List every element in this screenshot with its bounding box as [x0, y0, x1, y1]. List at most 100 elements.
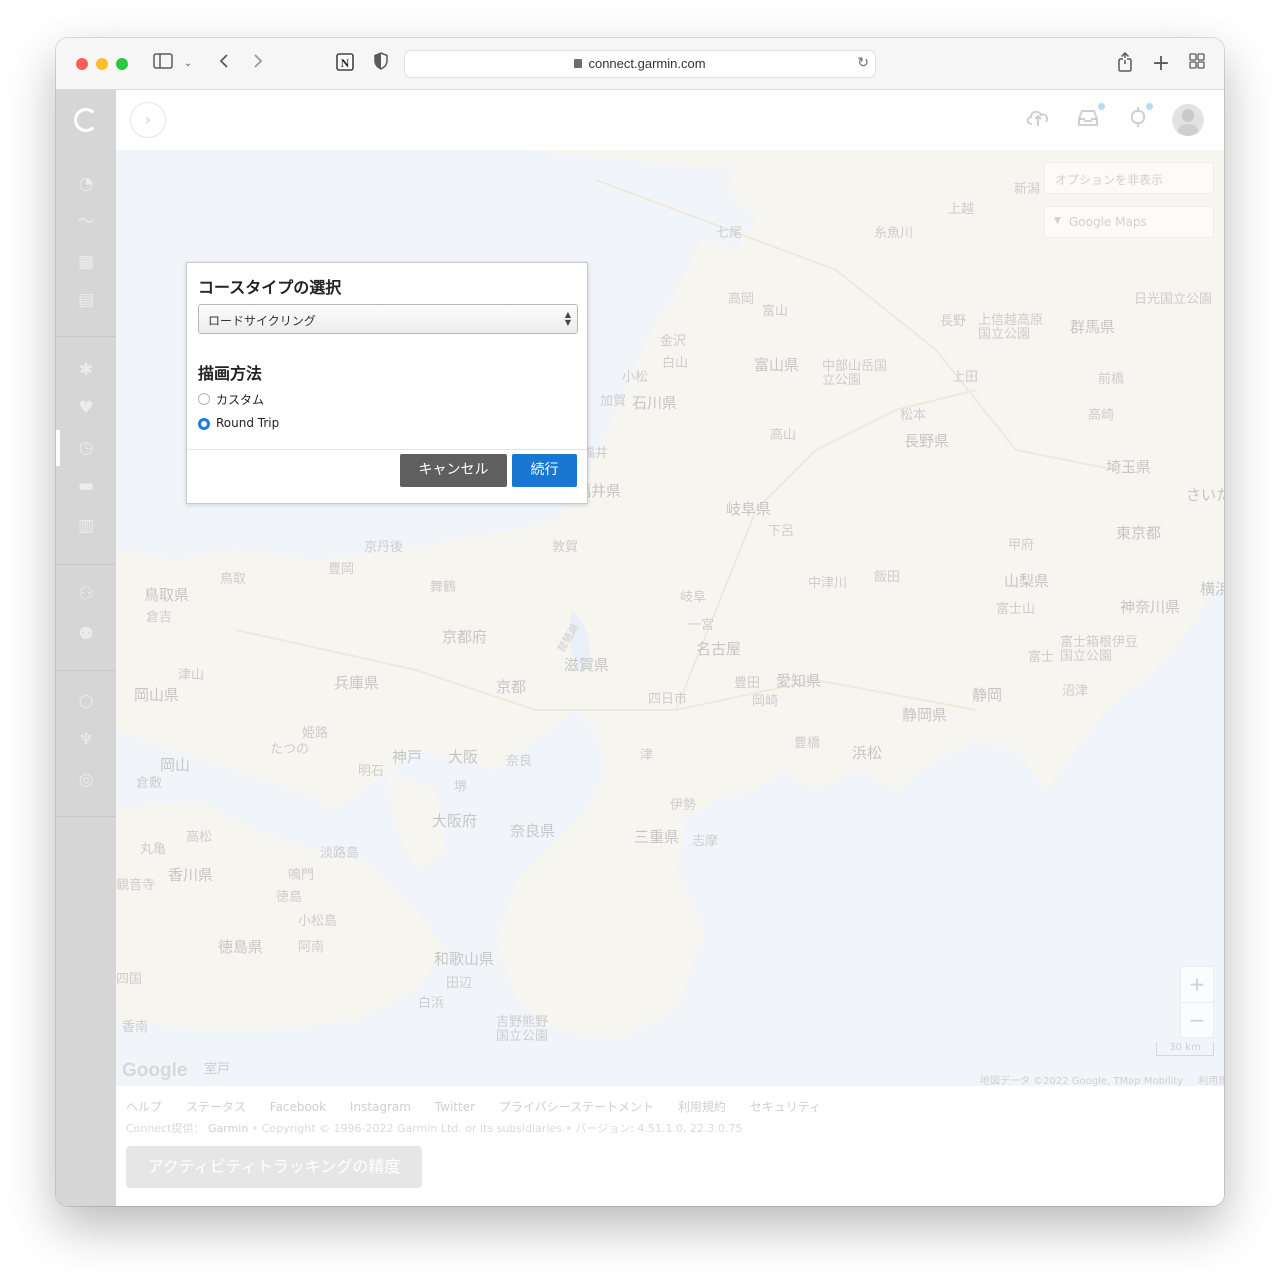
map-label: 倉敷: [136, 776, 163, 791]
map-label: 岡崎: [752, 694, 779, 709]
target-icon[interactable]: ◎: [76, 770, 96, 790]
chevron-down-icon[interactable]: ⌄: [182, 52, 194, 76]
share-icon[interactable]: [1114, 51, 1136, 76]
upload-cloud-icon[interactable]: [1024, 106, 1052, 134]
map-label: 浜松: [852, 744, 883, 762]
map-label: 岡山: [160, 756, 191, 774]
reports-icon[interactable]: ▥: [76, 516, 96, 536]
lock-icon: [574, 59, 583, 68]
map-label: 丸亀: [140, 842, 167, 857]
zoom-in-button[interactable]: +: [1181, 967, 1213, 1003]
browser-window: ⌄ N connect.garmin.com ↻ + ◔ 〜 ▦ ▤ ✱ ♥ ◷…: [56, 38, 1224, 1206]
map-label: 四日市: [648, 692, 688, 707]
calendar-icon[interactable]: ▦: [76, 252, 96, 272]
shoe-gear-icon[interactable]: ▬: [76, 476, 96, 496]
dialog-divider: [187, 449, 587, 450]
map-label: 神奈川県: [1120, 598, 1181, 616]
footer-link-terms[interactable]: 利用規約: [678, 1100, 726, 1114]
footer-link-twitter[interactable]: Twitter: [435, 1100, 475, 1114]
map-label: 大阪: [448, 748, 479, 766]
map-label: 加賀: [600, 394, 627, 409]
activity-icon[interactable]: 〜: [76, 212, 96, 232]
map-label: 石川県: [632, 394, 678, 412]
continue-button[interactable]: 続行: [512, 454, 577, 487]
map-label: 津山: [178, 668, 205, 683]
trophy-icon[interactable]: ♆: [76, 730, 96, 750]
inbox-icon[interactable]: [1074, 106, 1102, 134]
map-label: たつの: [270, 742, 310, 757]
footer-link-help[interactable]: ヘルプ: [126, 1100, 162, 1114]
zoom-out-button[interactable]: −: [1181, 1003, 1213, 1039]
map-label: 舞鶴: [430, 580, 457, 595]
map-label: 静岡: [972, 686, 1003, 704]
footer-link-instagram[interactable]: Instagram: [350, 1100, 411, 1114]
device-watch-icon[interactable]: [1124, 106, 1152, 134]
map-label: 富士山: [996, 602, 1036, 617]
sidebar-toggle-icon[interactable]: [152, 52, 174, 76]
badges-icon[interactable]: ⬡: [76, 692, 96, 712]
tab-overview-icon[interactable]: [1186, 52, 1208, 76]
groups-icon[interactable]: ⚉: [76, 624, 96, 644]
expand-nav-button[interactable]: ›: [130, 102, 166, 138]
connections-icon[interactable]: ⚇: [76, 584, 96, 604]
garmin-connect-logo-icon[interactable]: [74, 108, 98, 132]
minimize-window-button[interactable]: [96, 58, 108, 70]
map-label: 伊勢: [670, 798, 697, 813]
map-label: 和歌山県: [434, 950, 495, 968]
map-label: 富士箱根伊豆国立公園: [1060, 635, 1139, 664]
address-bar[interactable]: connect.garmin.com ↻: [404, 50, 876, 78]
forward-icon[interactable]: [248, 52, 268, 76]
hide-options-button[interactable]: オプションを非表示: [1044, 162, 1214, 194]
footer-link-privacy[interactable]: プライバシーステートメント: [499, 1100, 654, 1114]
map-label: 滋賀県: [564, 656, 610, 674]
map-label: 新潟: [1014, 182, 1041, 197]
shield-icon[interactable]: [370, 52, 392, 76]
health-heart-icon[interactable]: ♥: [76, 398, 96, 418]
map-type-select[interactable]: ▼ Google Maps: [1044, 206, 1214, 238]
notion-icon[interactable]: N: [334, 52, 356, 76]
close-window-button[interactable]: [76, 58, 88, 70]
map-label: 田辺: [446, 976, 473, 991]
radio-custom[interactable]: [198, 393, 210, 405]
reload-icon[interactable]: ↻: [857, 55, 869, 71]
footer-link-facebook[interactable]: Facebook: [270, 1100, 326, 1114]
course-type-value: ロードサイクリング: [208, 314, 316, 328]
map-label: 香南: [122, 1020, 149, 1035]
map-label: 京都府: [442, 628, 488, 646]
back-icon[interactable]: [214, 52, 234, 76]
map-label: 淡路島: [320, 846, 360, 861]
map-label: 富山: [762, 304, 789, 319]
map-label: 豊田: [734, 676, 761, 691]
map-scale: 30 km: [1156, 1042, 1214, 1056]
map-label: 敦賀: [552, 540, 579, 555]
dashboard-icon[interactable]: ◔: [76, 174, 96, 194]
map-label: 三重県: [634, 828, 680, 846]
map-label: 岡山県: [134, 686, 180, 704]
map-terms-link[interactable]: 利用規約: [1198, 1076, 1224, 1086]
news-icon[interactable]: ▤: [76, 290, 96, 310]
map-label: 甲府: [1008, 538, 1035, 553]
training-icon[interactable]: ✱: [76, 360, 96, 380]
zoom-control: + −: [1180, 966, 1214, 1038]
google-logo[interactable]: Google: [122, 1060, 187, 1082]
map-label: 中津川: [808, 576, 848, 591]
map-label: 松本: [900, 408, 927, 423]
map-label: 豊橋: [794, 736, 821, 751]
map-label: 一宮: [688, 618, 715, 633]
activity-tracking-accuracy-button[interactable]: アクティビティトラッキングの精度: [126, 1146, 422, 1188]
footer-link-security[interactable]: セキュリティ: [750, 1100, 821, 1114]
cancel-button[interactable]: キャンセル: [400, 454, 507, 487]
map-label: 前橋: [1098, 372, 1125, 387]
map-attribution: 地図データ ©2022 Google, TMap Mobility 利用規約: [980, 1072, 1224, 1086]
avatar[interactable]: [1172, 104, 1204, 136]
garmin-link[interactable]: Garmin: [208, 1122, 248, 1135]
stopwatch-icon[interactable]: ◷: [76, 438, 96, 458]
footer-link-status[interactable]: ステータス: [186, 1100, 246, 1114]
map-label: 吉野熊野国立公園: [496, 1015, 549, 1044]
sidebar-divider: [56, 336, 116, 337]
course-type-select[interactable]: ロードサイクリング ▲ ▼: [198, 304, 578, 334]
radio-round-trip[interactable]: [198, 418, 210, 430]
copyright-text: Connect提供： Garmin • Copyright © 1996-202…: [126, 1120, 742, 1136]
zoom-window-button[interactable]: [116, 58, 128, 70]
new-tab-icon[interactable]: +: [1150, 52, 1172, 76]
